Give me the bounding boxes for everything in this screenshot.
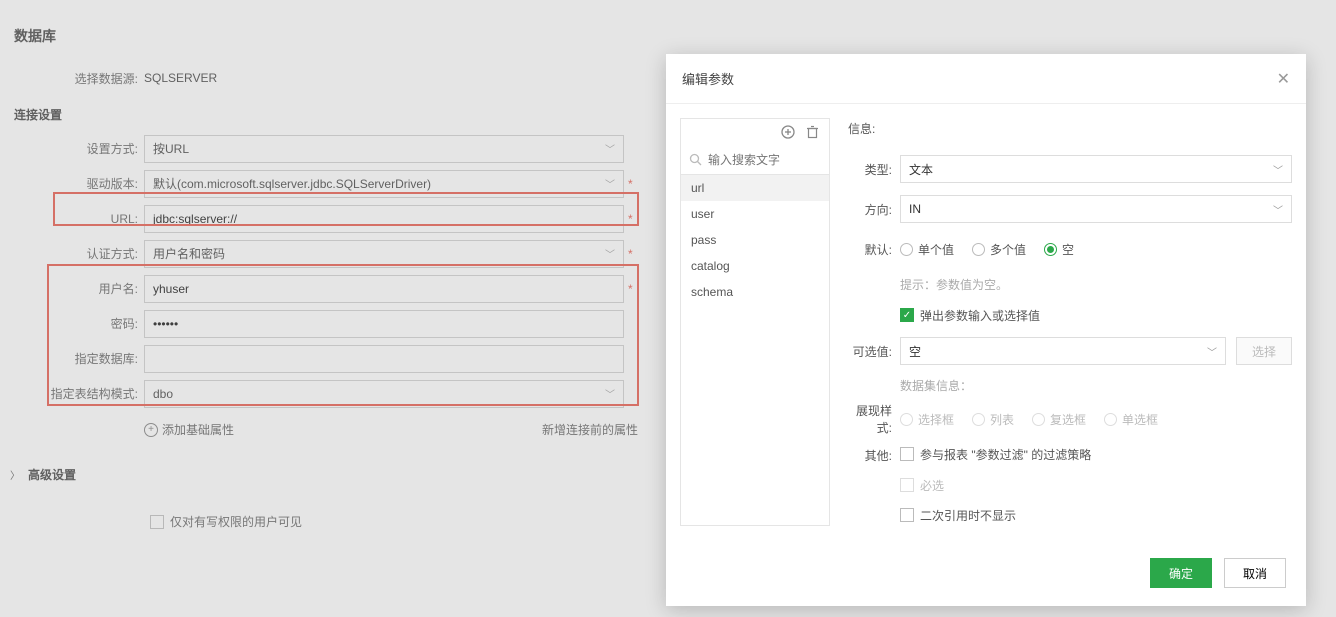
add-icon[interactable] — [781, 125, 795, 139]
default-multi-radio[interactable]: 多个值 — [972, 241, 1026, 258]
chevron-down-icon: ﹀ — [1273, 162, 1283, 177]
default-label: 默认: — [848, 241, 900, 258]
param-item-schema[interactable]: schema — [681, 279, 829, 305]
options-label: 可选值: — [848, 343, 900, 360]
search-input[interactable] — [708, 153, 821, 167]
param-search[interactable] — [681, 145, 829, 175]
type-value: 文本 — [909, 161, 933, 178]
popup-checkbox[interactable]: ✓弹出参数输入或选择值 — [900, 307, 1040, 324]
param-detail-panel: 信息: 类型: 文本 ﹀ 方向: IN ﹀ — [848, 118, 1292, 550]
style-select-radio: 选择框 — [900, 411, 954, 428]
style-label: 展现样式: — [848, 402, 900, 436]
search-icon — [689, 153, 702, 167]
dir-label: 方向: — [848, 201, 900, 218]
options-value: 空 — [909, 343, 921, 360]
modal-title: 编辑参数 — [682, 69, 734, 88]
dataset-info: 数据集信息： — [900, 379, 972, 393]
type-label: 类型: — [848, 161, 900, 178]
param-list: urluserpasscatalogschema — [681, 175, 829, 525]
edit-param-modal: 编辑参数 ✕ urluserpasscatalogschema 信息: — [666, 54, 1306, 606]
type-select[interactable]: 文本 ﹀ — [900, 155, 1292, 183]
default-single-radio[interactable]: 单个值 — [900, 241, 954, 258]
style-list-radio: 列表 — [972, 411, 1014, 428]
param-list-panel: urluserpasscatalogschema — [680, 118, 830, 526]
param-item-catalog[interactable]: catalog — [681, 253, 829, 279]
other-filter-checkbox[interactable]: 参与报表 "参数过滤" 的过滤策略 — [900, 446, 1091, 463]
options-select[interactable]: 空 ﹀ — [900, 337, 1226, 365]
info-label: 信息: — [848, 120, 1292, 137]
other-required-checkbox: 必选 — [900, 477, 944, 494]
dir-select[interactable]: IN ﹀ — [900, 195, 1292, 223]
delete-icon[interactable] — [805, 125, 819, 139]
cancel-button[interactable]: 取消 — [1224, 558, 1286, 588]
default-empty-radio[interactable]: 空 — [1044, 241, 1074, 258]
param-item-user[interactable]: user — [681, 201, 829, 227]
close-icon[interactable]: ✕ — [1277, 69, 1290, 89]
dir-value: IN — [909, 202, 921, 216]
options-choose-button[interactable]: 选择 — [1236, 337, 1292, 365]
param-item-pass[interactable]: pass — [681, 227, 829, 253]
param-item-url[interactable]: url — [681, 175, 829, 201]
ok-button[interactable]: 确定 — [1150, 558, 1212, 588]
chevron-down-icon: ﹀ — [1207, 344, 1217, 359]
other-label: 其他: — [848, 447, 900, 464]
chevron-down-icon: ﹀ — [1273, 202, 1283, 217]
style-radio-radio: 单选框 — [1104, 411, 1158, 428]
hint-text: 提示：参数值为空。 — [900, 278, 1008, 292]
modal-header: 编辑参数 ✕ — [666, 54, 1306, 104]
other-hide-checkbox[interactable]: 二次引用时不显示 — [900, 507, 1016, 524]
style-checkbox-radio: 复选框 — [1032, 411, 1086, 428]
